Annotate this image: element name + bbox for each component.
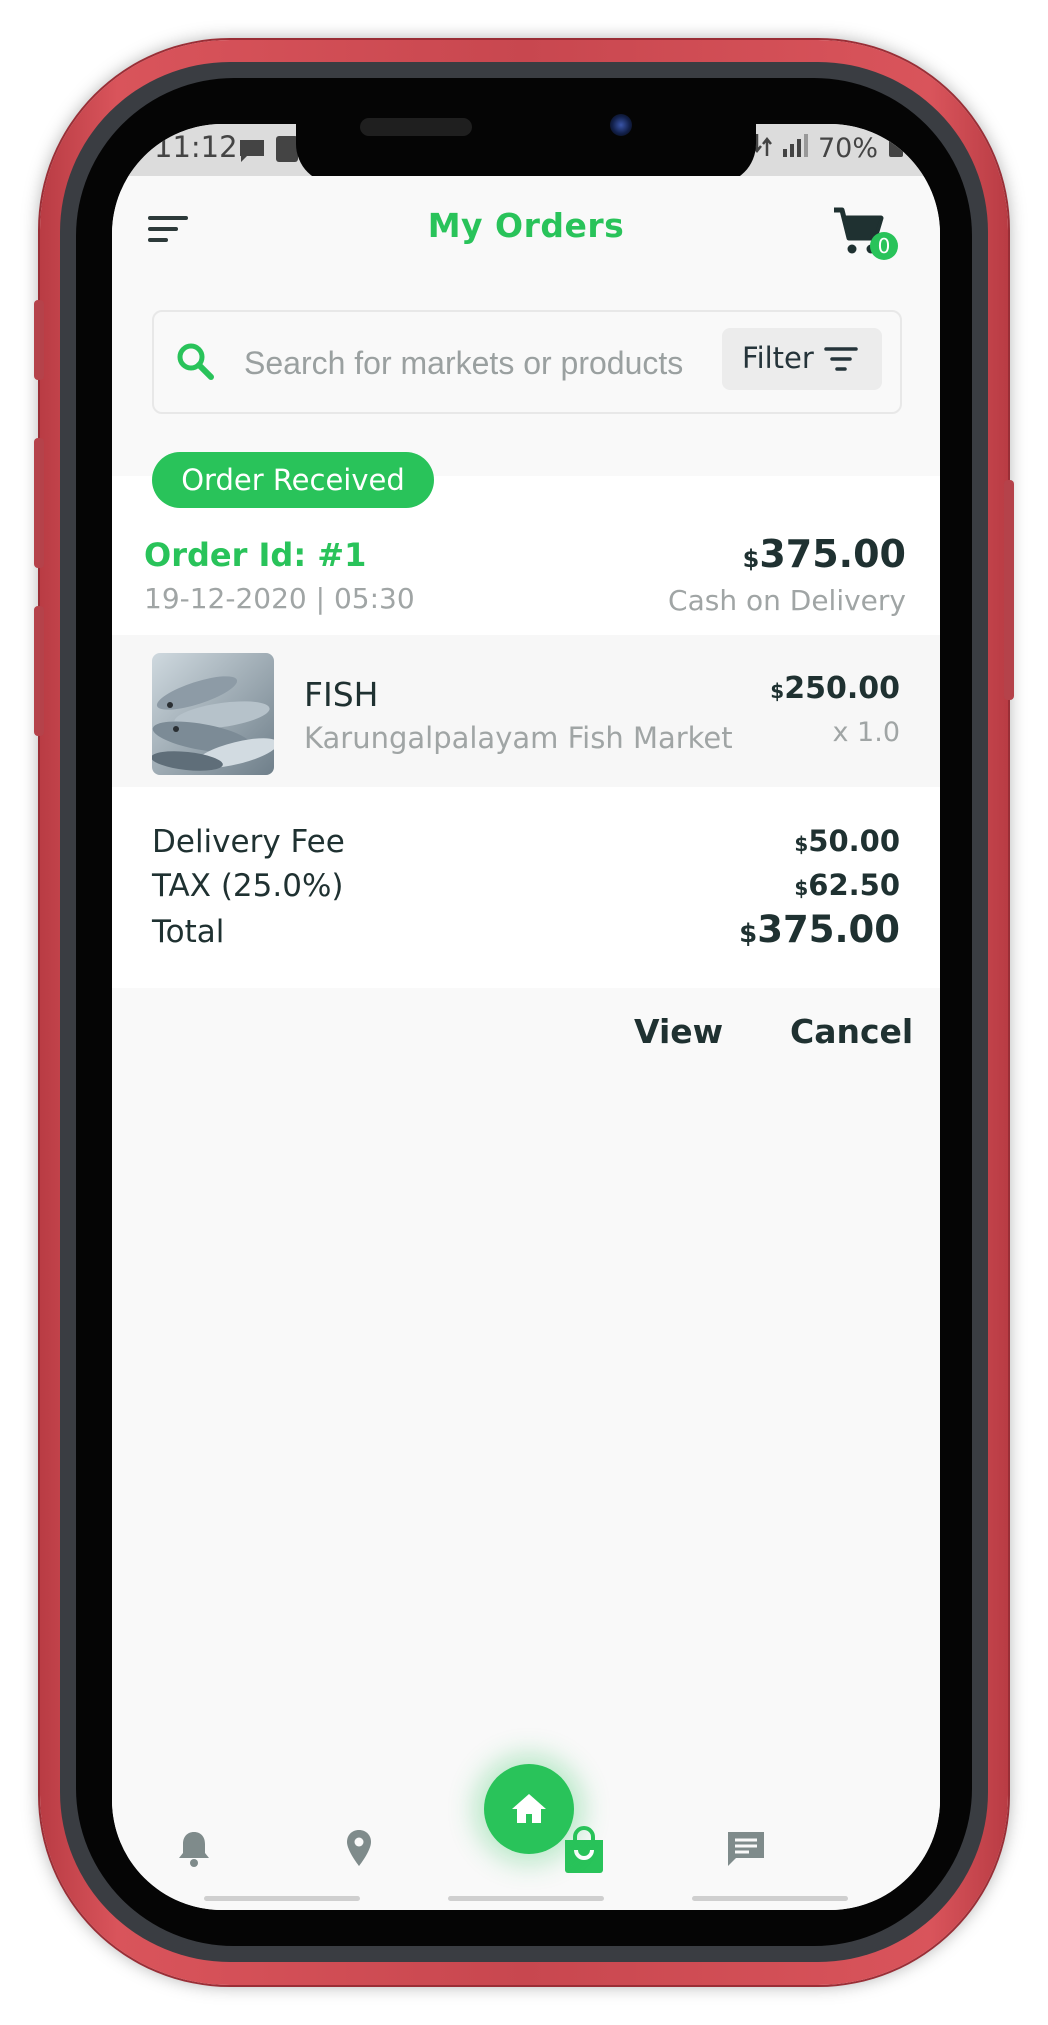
nav-messages[interactable]: [724, 1826, 768, 1870]
screen: 11:12 70% My Orders 0 Search for markets…: [112, 124, 940, 1910]
product-price-value: 250.00: [784, 671, 900, 706]
shopping-bag-icon: [565, 1826, 603, 1873]
home-icon: [512, 1794, 546, 1823]
payment-method: Cash on Delivery: [668, 584, 906, 617]
nav-home[interactable]: [484, 1764, 574, 1854]
product-quantity: x 1.0: [832, 717, 901, 748]
status-time: 11:12: [154, 130, 238, 164]
order-total: $375.00: [743, 532, 906, 576]
silent-switch: [34, 300, 44, 380]
filter-button[interactable]: Filter: [722, 328, 882, 390]
currency-symbol: $: [770, 679, 785, 703]
page-title: My Orders: [427, 206, 625, 245]
gesture-bar-right: [692, 1896, 848, 1901]
volume-down-button: [34, 606, 44, 736]
view-order-button[interactable]: View: [634, 1012, 723, 1051]
tax-amount: 62.50: [808, 868, 900, 902]
filter-icon: [824, 346, 858, 376]
product-image: [152, 653, 274, 775]
currency-symbol: $: [794, 832, 809, 856]
search-bar: Filter: [152, 310, 902, 414]
power-button: [1004, 480, 1014, 700]
order-datetime: 19-12-2020 | 05:30: [144, 582, 415, 615]
battery-icon: [888, 132, 904, 165]
tax-value: $62.50: [794, 868, 900, 902]
total-amount: 375.00: [757, 908, 900, 951]
search-input[interactable]: [242, 340, 686, 386]
currency-symbol: $: [739, 919, 758, 949]
delivery-fee-amount: 50.00: [808, 824, 900, 858]
status-bar: 11:12 70%: [112, 124, 940, 184]
message-notification-icon: [238, 138, 266, 168]
nav-orders[interactable]: [561, 1826, 605, 1873]
nav-notifications[interactable]: [172, 1826, 216, 1870]
location-pin-icon: [347, 1830, 371, 1866]
tax-label: TAX (25.0%): [152, 868, 344, 904]
signal-icon: [782, 133, 808, 164]
filter-label: Filter: [742, 341, 814, 375]
product-market: Karungalpalayam Fish Market: [304, 721, 733, 755]
app-bar: My Orders 0: [112, 176, 940, 286]
gesture-bar-center[interactable]: [448, 1896, 604, 1901]
search-icon: [174, 340, 218, 384]
total-value: $375.00: [739, 908, 900, 951]
cart-button[interactable]: 0: [832, 206, 898, 262]
order-total-value: 375.00: [759, 532, 906, 576]
cart-badge: 0: [870, 232, 898, 260]
currency-symbol: $: [794, 876, 809, 900]
delivery-fee-label: Delivery Fee: [152, 824, 345, 860]
status-badge: Order Received: [152, 452, 434, 508]
speaker-grille: [360, 118, 472, 136]
nav-location[interactable]: [337, 1826, 381, 1870]
product-name: FISH: [304, 675, 379, 714]
order-item-row[interactable]: FISH Karungalpalayam Fish Market $250.00…: [112, 635, 940, 787]
battery-level: 70%: [817, 133, 878, 164]
volume-up-button: [34, 438, 44, 568]
product-price: $250.00: [770, 671, 900, 706]
gesture-bar-left: [204, 1896, 360, 1901]
image-notification-icon: [276, 136, 298, 162]
order-id: Order Id: #1: [144, 536, 367, 574]
status-right: 70%: [752, 132, 904, 165]
bell-icon: [179, 1832, 209, 1867]
delivery-fee-value: $50.00: [794, 824, 900, 858]
front-camera: [610, 114, 632, 136]
currency-symbol: $: [742, 545, 760, 573]
total-label: Total: [152, 914, 225, 950]
cancel-order-button[interactable]: Cancel: [790, 1012, 913, 1051]
chat-icon: [728, 1832, 764, 1866]
